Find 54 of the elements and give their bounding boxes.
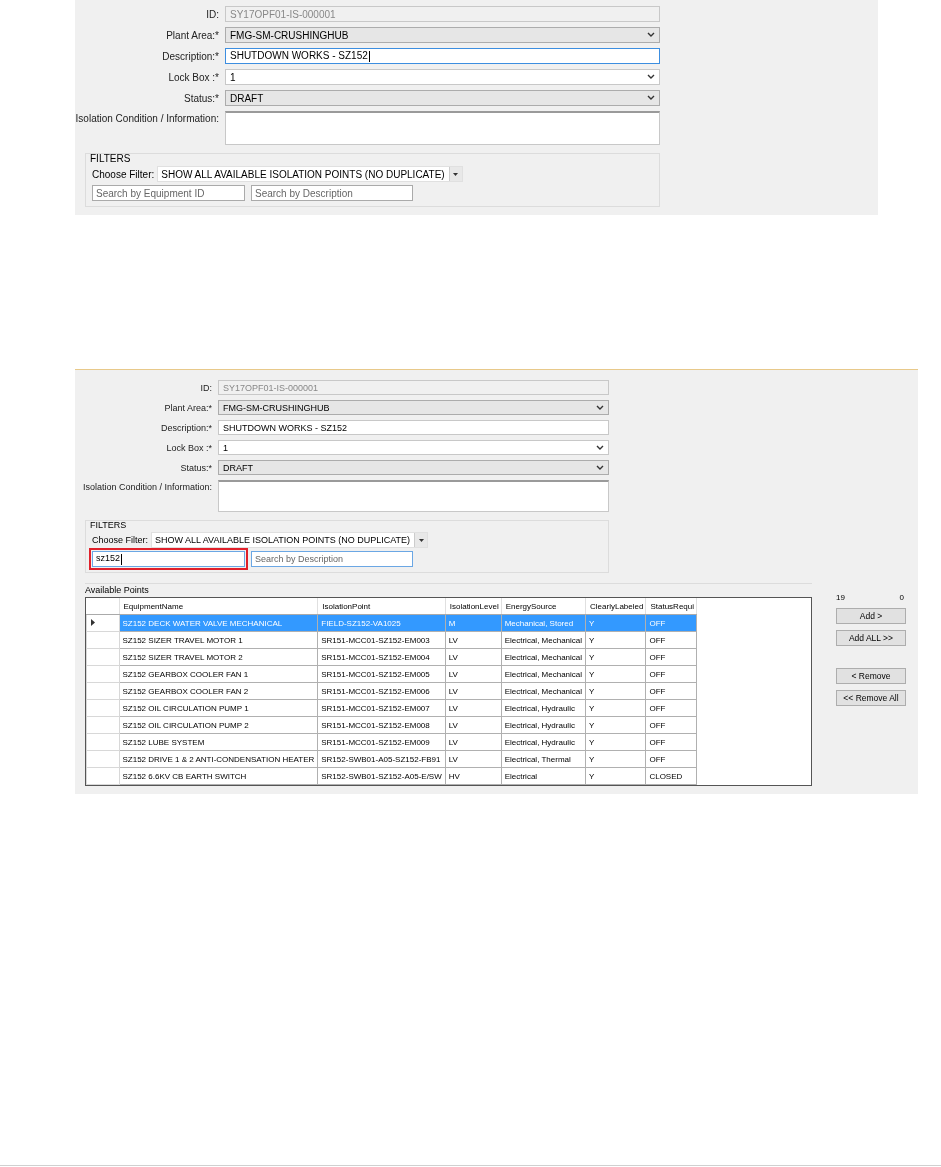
column-header[interactable]: ClearlyLabeled [585,598,646,615]
search-field[interactable]: Search by Description [251,185,413,201]
field-label: Lock Box :* [168,71,219,83]
column-header[interactable]: IsolationLevel [445,598,502,615]
text-area[interactable] [218,480,609,512]
dropdown[interactable]: FMG-SM-CRUSHINGHUB [218,400,609,415]
column-header[interactable]: EnergySource [501,598,586,615]
field-label: Plant Area:* [164,402,212,413]
group-title: FILTERS [90,520,128,530]
chevron-icon [596,444,604,451]
count-label: 19 [836,593,845,602]
chevron-icon [647,74,655,80]
field-label: ID: [200,382,212,393]
search-field[interactable]: Search by Equipment ID [92,185,245,201]
action-button[interactable]: < Remove [836,668,906,684]
field-label: ID: [206,8,219,20]
filter-label: Choose Filter: [92,168,155,180]
field-label: Isolation Condition / Information: [75,113,219,124]
dropdown[interactable]: 1 [225,69,660,85]
action-button[interactable]: << Remove All [836,690,906,706]
action-button[interactable]: Add > [836,608,906,624]
chevron-icon [596,464,604,471]
field-label: Description:* [160,422,212,433]
dropdown[interactable]: FMG-SM-CRUSHINGHUB [225,27,660,43]
search-field[interactable]: Search by Description [251,551,413,567]
current-row-icon [91,618,95,626]
input-field[interactable]: SHUTDOWN WORKS - SZ152 [218,420,609,435]
chevron-icon [647,32,655,38]
field-label: Plant Area:* [166,29,219,41]
count-label: 0 [899,593,904,602]
field-label: Status:* [183,92,219,104]
action-button[interactable]: Add ALL >> [836,630,906,646]
chevron-icon [647,95,655,101]
field-label: Description:* [162,50,219,62]
dropdown[interactable]: DRAFT [225,90,660,106]
field-label: Status:* [180,462,212,473]
group-title: Available Points [85,585,149,595]
caret-icon [418,538,424,542]
caret-icon [453,172,459,176]
filter-dropdown[interactable]: SHOW ALL AVAILABLE ISOLATION POINTS (NO DUPLICATE) [157,166,463,182]
chevron-icon [596,404,604,411]
dropdown[interactable]: 1 [218,440,609,455]
dropdown[interactable]: DRAFT [218,460,609,475]
field-label: Lock Box :* [166,442,212,453]
column-header[interactable]: StatusRequi [645,598,697,615]
field-label: Isolation Condition / Information: [82,482,212,492]
filter-dropdown[interactable]: SHOW ALL AVAILABLE ISOLATION POINTS (NO DUPLICATE) [151,532,429,548]
column-header[interactable]: EquipmentName [119,598,318,615]
group-title: FILTERS [90,153,132,164]
filter-label: Choose Filter: [92,535,149,545]
column-header[interactable]: IsolationPoint [317,598,446,615]
search-field[interactable]: sz152 [92,551,245,567]
text-area[interactable] [225,111,660,145]
input-field[interactable]: SHUTDOWN WORKS - SZ152 [225,48,660,64]
